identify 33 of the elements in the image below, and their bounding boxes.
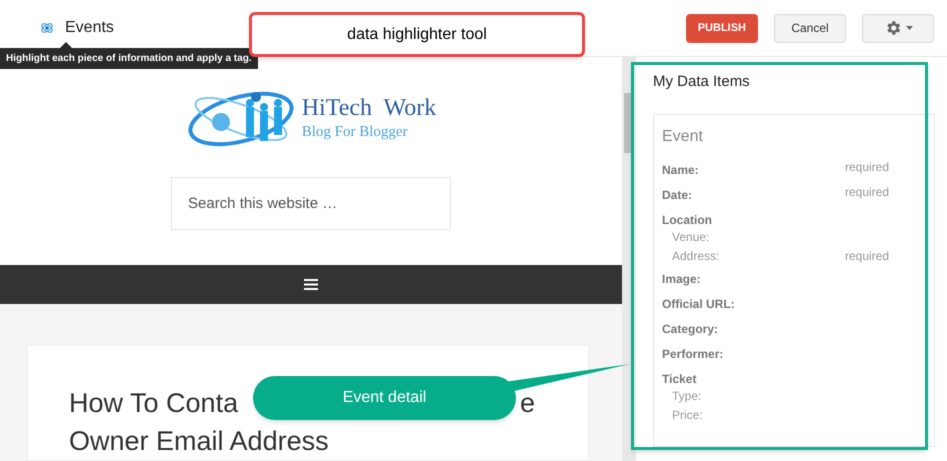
atom-icon [40,21,54,35]
annotation-box: data highlighter tool [249,12,585,57]
required-label: required [844,158,889,176]
tooltip-arrow [60,42,72,48]
article-title: e [520,387,535,420]
field-label: Price: [672,407,703,424]
field-label: Image: [662,270,701,288]
publish-button[interactable]: PUBLISH [686,14,758,42]
field-group-label: Location [662,212,713,228]
field-label: Address: [672,248,720,265]
required-label: required [844,184,889,200]
field-label: Official URL: [662,296,735,312]
panel-heading: My Data Items [653,72,751,92]
article-title: How To Conta [69,387,238,420]
settings-button[interactable] [862,14,934,42]
card-title: Event [662,126,704,146]
page-title: Events [65,18,114,38]
field-label: Date: [662,186,692,204]
field-label: Venue: [672,229,710,246]
logo-title: HiTech Work [302,94,436,123]
article-title: Owner Email Address [69,425,330,458]
field-label: Category: [662,320,718,338]
field-group-label: Ticket [662,370,698,386]
menu-icon[interactable] [304,278,318,290]
cancel-button[interactable]: Cancel [774,14,846,42]
caret-icon [906,26,912,30]
field-label: Name: [662,162,699,178]
required-label: required [844,248,889,265]
field-label: Type: [672,388,702,405]
logo-subtitle: Blog For Blogger [302,122,409,142]
search-field[interactable]: Search this website … [171,177,451,230]
field-label: Performer: [662,346,724,362]
tooltip: Highlight each piece of information and apply a tag. [0,48,258,69]
